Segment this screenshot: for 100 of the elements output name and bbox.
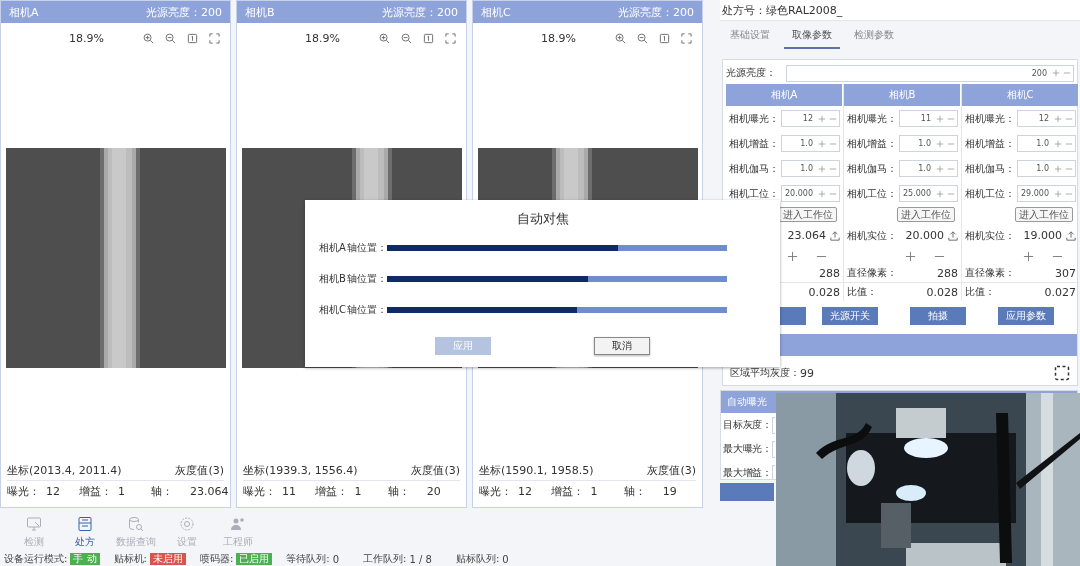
input-field[interactable]: 1.0 (780, 135, 840, 152)
field-label: 相机曝光： (965, 111, 1016, 126)
field-label: 相机工位： (729, 186, 780, 201)
input-field[interactable]: 1.0 (898, 160, 958, 177)
coordinates: 坐标(2013.4, 2011.4) (7, 462, 122, 478)
status-label: 等待队列: (286, 552, 330, 566)
status-count: 0 (332, 553, 340, 565)
input-field[interactable]: 1.0 (1016, 160, 1076, 177)
grayscale-reading: 灰度值(3) (647, 462, 696, 478)
actual-position: 19.000 (1022, 229, 1062, 242)
status-count: 1 / 8 (409, 553, 432, 565)
field-label: 相机增益： (729, 136, 780, 151)
field-label: 比值： (847, 285, 877, 299)
input-field[interactable]: 11 (898, 110, 958, 127)
enter-position-button[interactable]: 进入工作位 (779, 207, 837, 222)
coordinates: 坐标(1939.3, 1556.4) (243, 462, 358, 478)
region-average-reading: 99 (800, 366, 815, 380)
exposure-label: 曝光： (7, 483, 41, 499)
enter-position-button[interactable]: 进入工作位 (1015, 207, 1073, 222)
gain-value: 1 (354, 484, 363, 498)
input-field[interactable]: 12 (1016, 110, 1076, 127)
brightness-reading: 光源亮度：200 (146, 4, 222, 20)
axis-position-label: 轴位置： (347, 240, 387, 255)
input-field[interactable]: 25.000 (898, 185, 958, 202)
tab[interactable]: 取像参数 (784, 27, 840, 49)
ratio-value: 0.027 (1044, 285, 1076, 299)
panel-title: 相机A (9, 4, 39, 20)
tab[interactable]: 检测参数 (846, 27, 902, 47)
input-field[interactable]: 20.000 (780, 185, 840, 202)
input-field[interactable]: 200 (786, 64, 1074, 82)
exposure-value: 12 (518, 484, 534, 498)
status-label: 贴标机: (113, 552, 147, 566)
brightness-reading: 光源亮度：200 (382, 4, 458, 20)
tab[interactable]: 基础设置 (722, 27, 778, 47)
field-label: 光源亮度： (726, 66, 777, 80)
gain-label: 增益： (551, 483, 586, 499)
recipe-name: 绿色RAL2008_ (766, 2, 843, 18)
field-label: 相机伽马： (729, 161, 780, 176)
status-label: 贴标队列: (455, 552, 500, 566)
axis-label: 轴： (151, 483, 175, 499)
input-field[interactable]: 1.0 (898, 135, 958, 152)
panel-title: 相机B (245, 4, 275, 20)
axis-value: 19 (662, 484, 678, 498)
field-label: 直径像素： (965, 266, 1015, 280)
diameter-value: 288 (937, 266, 958, 280)
status-badge: 已启用 (236, 553, 273, 565)
status-label: 工作队列: (363, 552, 407, 566)
exposure-value: 12 (45, 484, 61, 498)
zoom-level: 18.9% (540, 31, 577, 45)
diameter-value: 288 (819, 266, 840, 280)
zoom-level: 18.9% (304, 31, 341, 45)
gain-label: 增益： (315, 483, 350, 499)
camera-label: 相机A (319, 240, 347, 255)
dialog-button[interactable]: 取消 (594, 337, 650, 355)
status-count: 0 (502, 553, 509, 565)
field-label: 相机增益： (847, 136, 898, 151)
status-label: 喷码器: (199, 552, 234, 566)
input-field[interactable]: 29.000 (1016, 185, 1076, 202)
column-header: 相机C (962, 84, 1079, 106)
status-label: 设备运行模式: (4, 552, 68, 566)
axis-label: 轴： (387, 483, 411, 499)
field-label: 相机工位： (847, 186, 898, 201)
diameter-value: 307 (1055, 266, 1076, 280)
field-label: 相机伽马： (847, 161, 898, 176)
status-badge: 未启用 (149, 553, 186, 565)
field-label: 最大增益： (723, 466, 772, 479)
field-label: 相机曝光： (729, 111, 780, 126)
enter-position-button[interactable]: 进入工作位 (897, 207, 955, 222)
grayscale-reading: 灰度值(3) (411, 462, 460, 478)
input-field[interactable]: 1.0 (780, 160, 840, 177)
actual-position: 20.000 (904, 229, 944, 242)
gain-value: 1 (117, 484, 126, 498)
field-label: 相机实位： (965, 228, 1016, 243)
ratio-value: 0.028 (808, 285, 840, 299)
field-label: 相机工位： (965, 186, 1016, 201)
axis-label: 轴： (623, 483, 647, 499)
nav-item[interactable]: 处方 (59, 512, 110, 552)
recipe-label: 处方号： (722, 2, 766, 18)
action-button[interactable]: 应用参数 (998, 307, 1054, 325)
status-badge: 手 动 (70, 553, 100, 565)
grayscale-reading: 灰度值(3) (175, 462, 224, 478)
coordinates: 坐标(1590.1, 1958.5) (479, 462, 594, 478)
dialog-title: 自动对焦 (515, 210, 570, 228)
axis-position-label: 轴位置： (347, 271, 387, 286)
column-header: 相机B (844, 84, 961, 106)
input-field[interactable]: 1.0 (1016, 135, 1076, 152)
action-button[interactable]: 拍摄 (910, 307, 966, 325)
exposure-label: 曝光： (479, 483, 513, 499)
action-button[interactable]: 光源开关 (822, 307, 878, 325)
column-header: 相机A (726, 84, 843, 106)
brightness-reading: 光源亮度：200 (618, 4, 694, 20)
input-field[interactable]: 12 (780, 110, 840, 127)
actual-position: 23.064 (786, 229, 826, 242)
ratio-value: 0.028 (926, 285, 958, 299)
field-label: 区域平均灰度： (730, 366, 800, 380)
field-label: 直径像素： (847, 266, 897, 280)
exposure-value: 11 (282, 484, 298, 498)
axis-position-label: 轴位置： (347, 302, 387, 317)
field-label: 相机增益： (965, 136, 1016, 151)
gain-label: 增益： (79, 483, 114, 499)
